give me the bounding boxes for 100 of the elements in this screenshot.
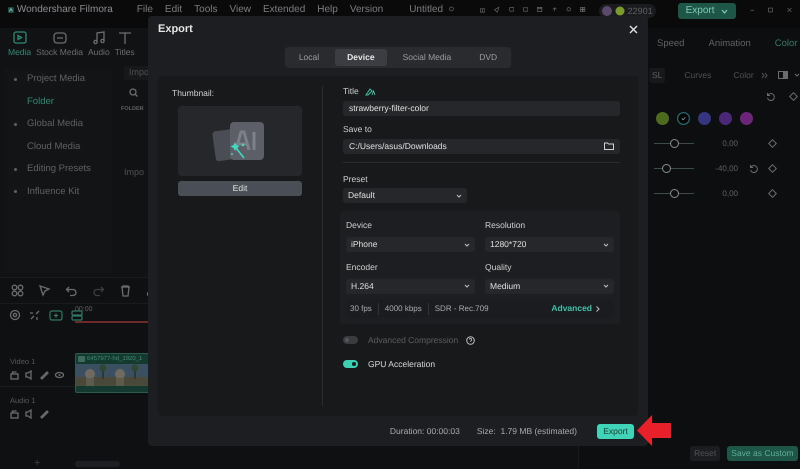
advanced-link[interactable]: Advanced (551, 302, 600, 316)
panel-button[interactable]: Save as Custom (727, 446, 798, 461)
undo-icon[interactable] (65, 284, 78, 297)
keyframe-icon[interactable] (768, 164, 777, 173)
setting-dropdown[interactable]: Medium (485, 278, 614, 294)
speaker-icon[interactable] (25, 409, 34, 420)
slider-value: 0,00 (721, 188, 738, 200)
compare-icon[interactable] (778, 71, 788, 79)
sidebar-item[interactable]: Editing Presets (27, 162, 91, 176)
logo-icon (8, 4, 14, 16)
menu-item[interactable]: Tools (194, 4, 218, 16)
bullet-icon (14, 78, 17, 81)
export-tab[interactable]: DVD (467, 49, 510, 66)
sidebar-item[interactable]: Folder (27, 94, 54, 109)
media-tab[interactable]: Stock Media (36, 28, 83, 58)
menu-item[interactable]: View (230, 4, 251, 16)
export-button[interactable]: Export (597, 424, 634, 438)
more-icon[interactable] (760, 72, 768, 78)
color-swatch[interactable] (677, 112, 690, 124)
menu-item[interactable]: File (136, 4, 153, 16)
toggle-switch[interactable] (343, 360, 358, 368)
save-icon[interactable] (537, 4, 543, 15)
menu-item[interactable]: Extended (263, 4, 306, 16)
duration-text: Duration: 00:00:03 (390, 424, 460, 438)
setting-dropdown[interactable]: iPhone (346, 237, 475, 252)
export-button[interactable]: Export (678, 3, 736, 19)
field-label: Title (343, 85, 359, 98)
export-tab[interactable]: Local (286, 49, 332, 66)
color-tab[interactable]: SL (649, 68, 666, 82)
property-tab[interactable]: Animation (708, 36, 751, 52)
arrow-icon (637, 415, 671, 446)
color-swatch[interactable] (740, 112, 753, 124)
field-label: Encoder (346, 261, 379, 274)
media-tab[interactable]: Audio (88, 28, 110, 58)
bullet-icon (14, 122, 17, 126)
slider-thumb[interactable] (670, 189, 678, 198)
title-field[interactable]: strawberry-filter-color (343, 100, 620, 116)
setting-dropdown[interactable]: H.264 (346, 278, 475, 294)
menu-item[interactable]: Help (317, 4, 338, 16)
search-icon[interactable] (129, 88, 138, 97)
trash-icon[interactable] (119, 284, 132, 297)
edit-button[interactable]: Edit (178, 180, 302, 196)
menu-item[interactable]: Version (350, 4, 384, 16)
preset-dropdown[interactable]: Default (343, 188, 467, 204)
pen-icon[interactable] (40, 370, 49, 380)
color-tab[interactable]: Curves (681, 68, 714, 82)
sidebar-item[interactable]: Influence Kit (27, 184, 80, 199)
keyframe-icon[interactable] (768, 189, 777, 198)
chevron-icon (464, 284, 470, 288)
field-label: Preset (343, 172, 369, 186)
sidebar-item[interactable]: Cloud Media (27, 140, 80, 154)
spec-text: SDR - Rec.709 (428, 302, 489, 315)
chevron-icon[interactable] (794, 73, 800, 77)
ai-pen-icon[interactable] (364, 86, 376, 96)
lock-icon[interactable] (10, 409, 19, 420)
lock-icon[interactable] (10, 370, 19, 380)
grid-icon[interactable] (580, 4, 586, 15)
sidebar-item[interactable]: Global Media (27, 117, 83, 132)
chevron-icon (603, 284, 609, 288)
speaker-icon[interactable] (25, 370, 34, 380)
reset-icon[interactable] (766, 92, 775, 100)
eye-icon[interactable] (55, 370, 64, 380)
import-hint: Impo (124, 166, 144, 180)
play-icon (78, 356, 85, 362)
property-tab[interactable]: Color (774, 36, 798, 52)
gear-icon[interactable] (9, 309, 21, 321)
toggle-label: GPU Acceleration (368, 358, 436, 370)
slider-thumb[interactable] (662, 164, 670, 173)
sidebar-item[interactable]: Project Media (27, 72, 86, 86)
property-tab[interactable]: Speed (657, 36, 684, 52)
path-field[interactable]: C:/Users/asus/Downloads (343, 138, 620, 154)
color-swatch[interactable] (719, 112, 732, 124)
field-label: Resolution (485, 219, 526, 232)
export-tab[interactable]: Social Media (390, 49, 464, 66)
add-track-icon[interactable] (49, 310, 63, 320)
app-title: Wondershare Filmora (16, 4, 113, 16)
keyframe-icon[interactable] (788, 92, 798, 100)
color-swatch[interactable] (656, 112, 669, 124)
send-icon[interactable] (494, 4, 500, 15)
reset-icon[interactable] (748, 164, 758, 173)
text-icon (116, 30, 133, 46)
tracks-icon[interactable] (71, 310, 83, 320)
export-tab[interactable]: Device (335, 49, 387, 66)
close-icon[interactable] (629, 24, 638, 34)
folder-icon[interactable] (604, 142, 614, 150)
media-tab[interactable]: Titles (114, 28, 135, 58)
coin-icon (614, 6, 625, 16)
pointer-icon[interactable] (38, 284, 51, 297)
pen-icon[interactable] (40, 409, 49, 420)
bullet-icon (14, 168, 17, 171)
maximize-icon[interactable] (768, 5, 774, 15)
layout-icon[interactable] (11, 284, 24, 297)
slider-thumb[interactable] (670, 139, 678, 148)
chevron-right-icon (596, 306, 600, 312)
color-tab[interactable]: Color (730, 68, 757, 82)
keyframe-icon[interactable] (768, 139, 777, 148)
color-swatch[interactable] (698, 112, 711, 124)
setting-dropdown[interactable]: 1280*720 (485, 237, 614, 252)
menu-item[interactable]: Edit (164, 4, 182, 16)
media-tab[interactable]: Media (8, 28, 32, 58)
